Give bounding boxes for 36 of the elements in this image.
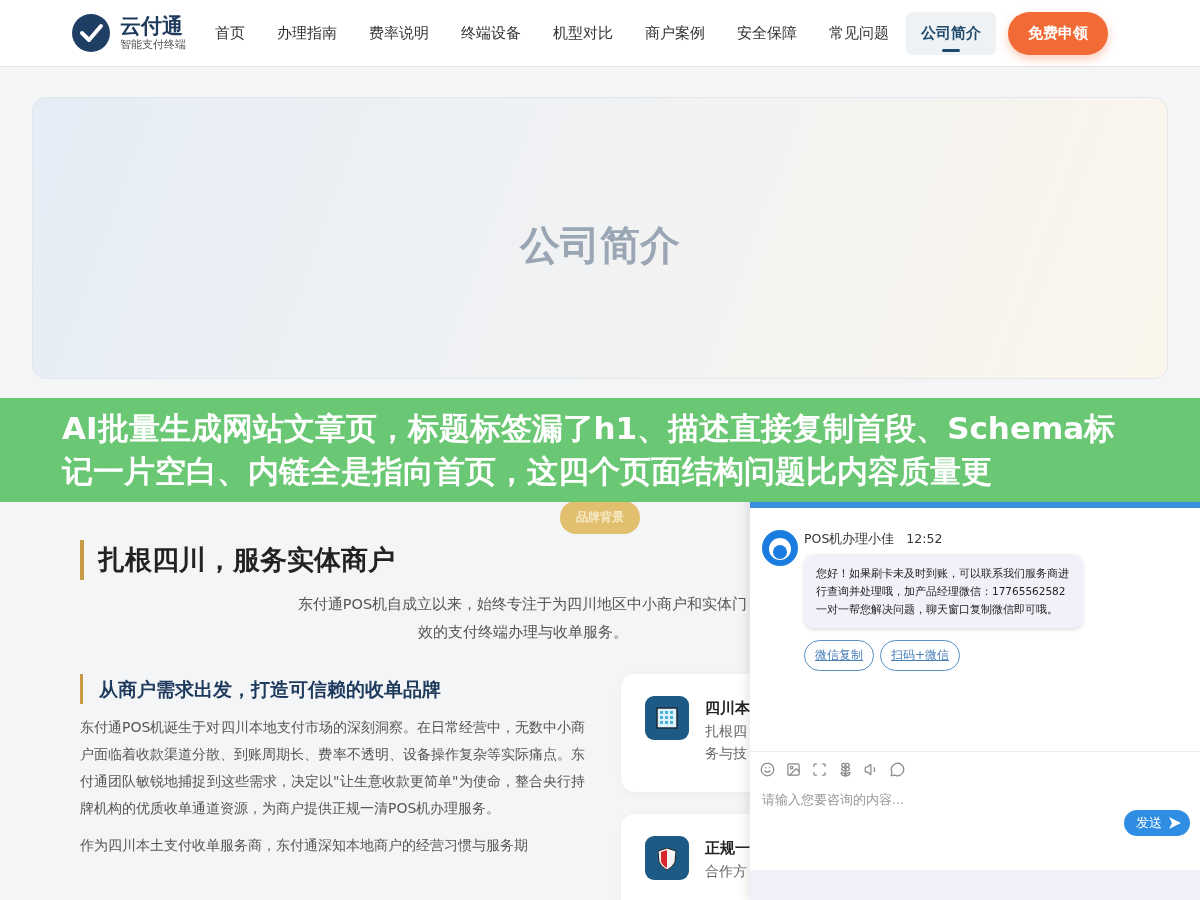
nav-link[interactable]: 首页 xyxy=(200,11,260,55)
headline-text: AI批量生成网站文章页，标题标签漏了h1、描述直接复制首段、Schema标记一片空白、内链全是指向首页，这四个页面结构问题比内容质量更 xyxy=(62,409,1117,491)
nav-link[interactable]: 机型对比 xyxy=(538,11,628,55)
logo-tagline: 智能支付终端 xyxy=(120,38,186,52)
image-icon[interactable] xyxy=(786,761,801,777)
logo-name: 云付通 xyxy=(120,14,184,38)
section-badge: 品牌背景 xyxy=(560,501,640,534)
body-paragraph: 作为四川本土支付收单服务商，东付通深知本地商户的经营习惯与服务期 xyxy=(80,836,529,855)
shield-icon xyxy=(645,836,689,880)
nav-link[interactable]: 终端设备 xyxy=(446,11,536,55)
nav-link[interactable]: 办理指南 xyxy=(262,11,352,55)
card-text: 合作方 xyxy=(705,862,748,881)
intro-text: 东付通POS机自成立以来，始终专注于为四川地区中小商户和实体门 xyxy=(297,595,748,614)
subsection-title: 从商户需求出发，打造可信赖的收单品牌 xyxy=(80,674,585,704)
message-bubble: 您好！如果刷卡未及时到账，可以联系我们服务商进行查询并处理哦，加产品经理微信：17765562582 一对一帮您解决问题，聊天窗口复制微信即可哦。 xyxy=(804,554,1083,628)
message-input[interactable]: 请输入您要咨询的内容... xyxy=(760,790,1104,838)
hero-title: 公司简介 xyxy=(520,221,680,270)
nav-link[interactable]: 安全保障 xyxy=(722,11,812,55)
nav-link[interactable]: 常见问题 xyxy=(814,11,904,55)
nav-link[interactable]: 费率说明 xyxy=(354,11,444,55)
send-icon xyxy=(1168,816,1182,830)
card-text: 务与技 xyxy=(705,744,748,763)
nav-link[interactable]: 公司简介 xyxy=(906,11,996,55)
card-text: 扎根四 xyxy=(705,722,748,741)
smiley-icon[interactable] xyxy=(760,761,775,777)
card-title: 四川本 xyxy=(705,698,750,719)
card-title: 正规一 xyxy=(705,838,750,859)
body-paragraph: 东付通POS机诞生于对四川本地支付市场的深刻洞察。在日常经营中，无数中小商户面临着收款渠道分散、到账周期长、费率不透明、设备操作复杂等实际痛点。东付通团队敏锐地捕捉到这些需求，决定以"让生意收款更简单"为使命，整合央行持牌机构的优质收单通道资源，为商户提供正规一清POS机办理服务。 xyxy=(80,718,585,818)
building-icon xyxy=(645,696,689,740)
nav-link[interactable]: 商户案例 xyxy=(630,11,720,55)
avatar-icon xyxy=(762,530,798,566)
fullscreen-icon[interactable] xyxy=(812,761,827,777)
intro-text: 效的支付终端办理与收单服务。 xyxy=(417,623,628,642)
flower-icon[interactable] xyxy=(838,761,853,777)
chat-bubbles-icon[interactable] xyxy=(890,761,905,777)
checkmark-logo-icon xyxy=(72,14,110,52)
